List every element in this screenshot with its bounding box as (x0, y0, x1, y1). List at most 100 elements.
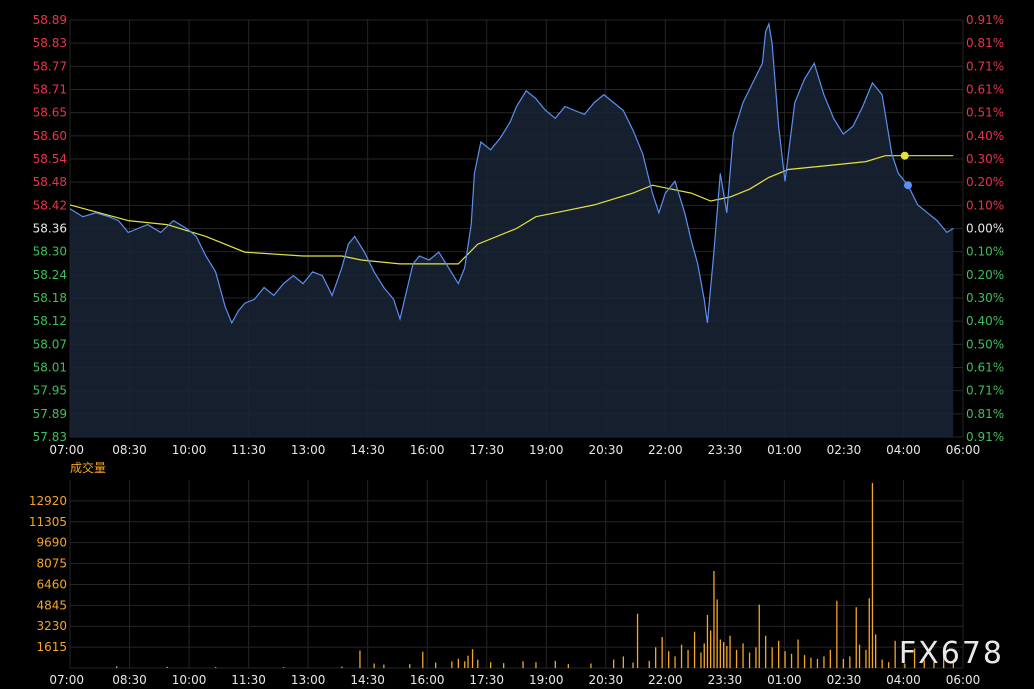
time-tick-label: 04:00 (886, 443, 921, 457)
volume-bar (457, 658, 459, 668)
price-tick-label: 58.77 (33, 59, 67, 73)
volume-bar (632, 662, 634, 668)
time-tick-label: 22:00 (648, 443, 683, 457)
volume-bar (894, 640, 896, 668)
price-tick-label: 58.30 (33, 245, 67, 259)
volume-bar (215, 667, 217, 668)
time-tick-label: 17:30 (469, 673, 504, 687)
volume-bar (613, 659, 615, 668)
volume-bar (661, 637, 663, 668)
price-tick-label: 58.01 (33, 361, 67, 375)
volume-bar (706, 615, 709, 668)
volume-bar (868, 598, 870, 668)
price-tick-label: 58.12 (33, 314, 67, 328)
volume-bar (855, 607, 857, 668)
volume-tick-label: 3230 (36, 619, 67, 633)
volume-tick-label: 4845 (36, 598, 67, 612)
percent-tick-label: 0.30% (966, 152, 1004, 166)
volume-bar (823, 656, 825, 668)
price-tick-label: 57.89 (33, 407, 67, 421)
price-tick-label: 58.65 (33, 106, 67, 120)
volume-bar (836, 600, 838, 668)
time-axis-price: 07:00 08:30 10:00 11:30 13:00 14:30 16:00 17:30… (49, 443, 980, 457)
volume-bar (668, 651, 670, 668)
time-tick-label: 14:30 (350, 443, 385, 457)
volume-bar (636, 613, 639, 668)
volume-bar (359, 650, 361, 668)
time-tick-label: 06:00 (946, 443, 981, 457)
time-tick-label: 16:00 (410, 443, 445, 457)
time-tick-label: 17:30 (469, 443, 504, 457)
volume-bar (881, 659, 883, 668)
volume-bar (865, 649, 867, 668)
time-tick-label: 08:30 (112, 673, 147, 687)
volume-bar (871, 483, 874, 668)
time-tick-label: 06:00 (946, 673, 981, 687)
volume-tick-label: 6460 (36, 577, 67, 591)
volume-bar (797, 639, 799, 668)
percent-tick-label: 0.71% (966, 59, 1004, 73)
percent-tick-label: 0.61% (966, 361, 1004, 375)
volume-bar (842, 658, 844, 668)
time-tick-label: 14:30 (350, 673, 385, 687)
volume-bar (471, 649, 474, 668)
volume-bar (535, 662, 537, 668)
volume-bar (383, 664, 385, 668)
time-tick-label: 01:00 (767, 673, 802, 687)
volume-bar (622, 656, 624, 668)
volume-bar (503, 663, 505, 668)
percent-tick-label: 0.81% (966, 407, 1004, 421)
average-price-marker (900, 151, 909, 160)
percent-tick-label: 0.20% (966, 175, 1004, 189)
time-tick-label: 02:30 (827, 673, 862, 687)
price-tick-label: 58.83 (33, 36, 67, 50)
volume-bar (422, 651, 424, 668)
volume-bar (116, 666, 118, 668)
percent-tick-label: 0.10% (966, 245, 1004, 259)
volume-bar (755, 647, 757, 668)
percent-axis-right: 0.91% 0.81% 0.71% 0.61% 0.51% 0.40% 0.30% 0.20%… (966, 13, 1004, 444)
volume-bar (713, 571, 715, 668)
volume-bar (765, 635, 767, 668)
time-tick-label: 22:00 (648, 673, 683, 687)
time-axis-volume: 07:00 08:30 10:00 11:30 13:00 14:30 16:00 17:30… (49, 673, 980, 687)
volume-bar (687, 649, 689, 668)
volume-bar (554, 660, 556, 668)
percent-tick-label: 0.20% (966, 268, 1004, 282)
volume-tick-label: 9690 (36, 536, 67, 550)
percent-tick-label: 0.71% (966, 384, 1004, 398)
volume-bar (726, 646, 728, 668)
percent-tick-label: 0.51% (966, 106, 1004, 120)
volume-bar (716, 599, 718, 668)
percent-tick-label: 0.91% (966, 430, 1004, 444)
time-tick-label: 04:00 (886, 673, 921, 687)
volume-bar (719, 639, 721, 668)
time-tick-label: 19:00 (529, 443, 564, 457)
price-tick-label: 57.95 (33, 384, 67, 398)
volume-grid (69, 480, 964, 669)
volume-bar (166, 666, 168, 668)
volume-bar (803, 655, 806, 668)
price-tick-label: 58.54 (33, 152, 67, 166)
volume-bar (282, 667, 285, 668)
volume-bar (373, 663, 375, 668)
price-tick-label: 58.36 (33, 222, 67, 236)
volume-bar (490, 662, 492, 668)
time-tick-label: 11:30 (231, 443, 266, 457)
volume-tick-label: 12920 (29, 494, 67, 508)
percent-tick-label: 0.81% (966, 36, 1004, 50)
volume-bar (477, 659, 479, 668)
time-tick-label: 07:00 (49, 673, 84, 687)
volume-bar (778, 640, 780, 668)
volume-bar (464, 661, 466, 668)
volume-bar (748, 652, 751, 668)
volume-bar (771, 647, 773, 668)
volume-bar (522, 661, 524, 668)
volume-bar (341, 666, 343, 668)
price-tick-label: 58.42 (33, 198, 67, 212)
volume-bar (816, 658, 819, 668)
time-tick-label: 01:00 (767, 443, 802, 457)
price-tick-label: 58.89 (33, 13, 67, 27)
intraday-chart: 58.89 58.83 58.77 58.71 58.65 58.60 58.54 58.48… (29, 13, 1004, 687)
volume-bar (693, 631, 696, 668)
